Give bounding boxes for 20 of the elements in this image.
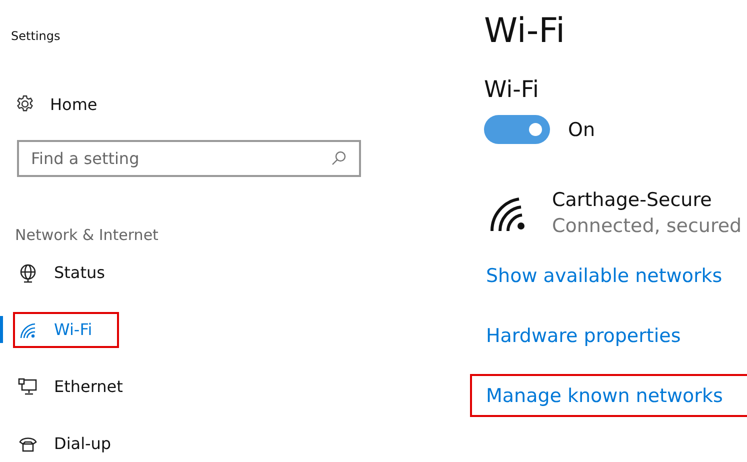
link[interactable]: Hardware properties xyxy=(486,324,681,346)
toggle-label: On xyxy=(568,118,595,140)
section-heading: Wi-Fi xyxy=(484,76,540,105)
home-nav-item[interactable]: Home xyxy=(15,94,98,114)
section-heading: Network & Internet xyxy=(15,226,160,244)
toggle-switch[interactable] xyxy=(484,115,550,144)
search-icon xyxy=(331,150,347,166)
monitor-icon xyxy=(18,376,38,396)
nav-item[interactable]: Status xyxy=(13,254,119,290)
gear-icon xyxy=(15,94,35,114)
link[interactable]: Show available networks xyxy=(486,264,722,286)
globe-icon xyxy=(18,262,38,282)
window-title: Settings xyxy=(11,28,62,44)
search-field[interactable]: Find a setting xyxy=(17,140,361,177)
page-title: Wi-Fi xyxy=(484,10,566,53)
network-status: Connected, secured xyxy=(552,215,742,237)
nav-item[interactable]: Wi-Fi xyxy=(13,312,119,348)
link[interactable]: Manage known networks xyxy=(486,384,723,406)
nav-item[interactable]: Dial-up xyxy=(13,426,119,462)
network-name: Carthage-Secure xyxy=(552,189,713,211)
